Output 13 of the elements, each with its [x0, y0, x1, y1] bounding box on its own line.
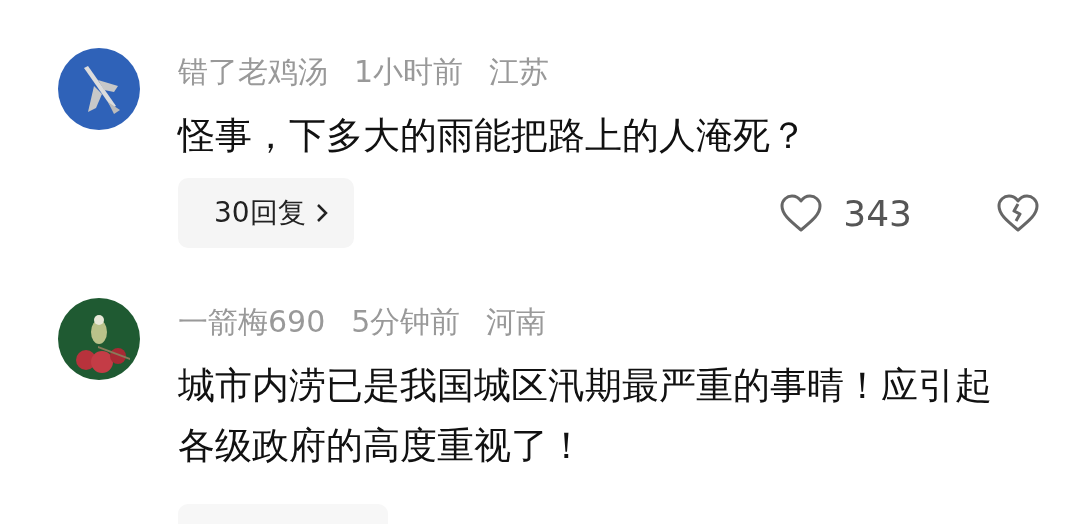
user-name[interactable]: 一箭梅690	[178, 304, 326, 340]
like-count: 343	[843, 192, 912, 234]
broken-heart-icon[interactable]	[996, 193, 1040, 233]
location: 河南	[486, 304, 547, 340]
timestamp: 5分钟前	[351, 304, 461, 340]
replies-button[interactable]: 30回复	[178, 178, 354, 248]
location: 江苏	[489, 54, 550, 90]
timestamp: 1小时前	[354, 54, 464, 90]
comment-text: 城市内涝已是我国城区汛期最严重的事晴！应引起各级政府的高度重视了！	[178, 363, 993, 469]
heart-icon[interactable]	[779, 193, 824, 233]
comment-text: 怪事，下多大的雨能把路上的人淹死？	[178, 113, 808, 159]
chevron-icon	[315, 203, 328, 223]
user-name[interactable]: 错了老鸡汤	[178, 54, 328, 90]
